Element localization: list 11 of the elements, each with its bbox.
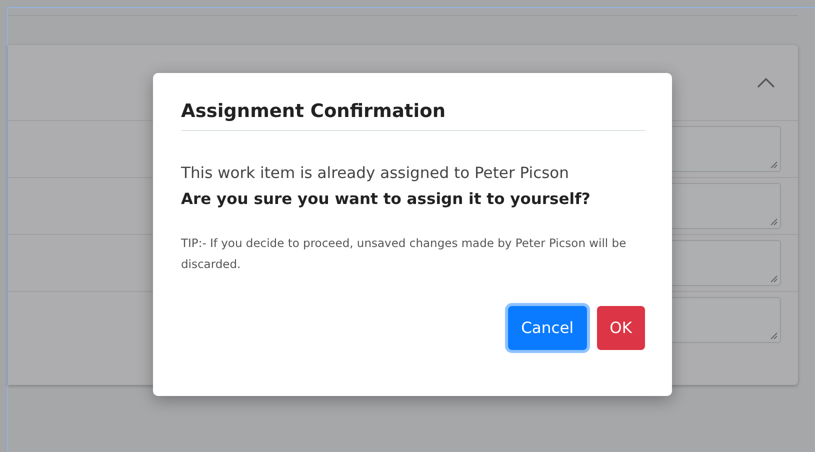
dialog-question: Are you sure you want to assign it to yourself? xyxy=(181,190,592,208)
tip-text: TIP:- If you decide to proceed, unsaved changes made by Peter Picson will be discarded. xyxy=(181,235,628,273)
resize-grip-icon xyxy=(770,218,778,226)
resize-grip-icon xyxy=(770,161,778,169)
resize-grip-icon xyxy=(770,332,778,340)
cancel-button[interactable]: Cancel xyxy=(508,306,587,350)
chevron-up-icon[interactable] xyxy=(756,76,776,88)
dialog-title: Assignment Confirmation xyxy=(181,101,645,131)
ok-button[interactable]: OK xyxy=(596,306,645,350)
resize-grip-icon xyxy=(770,275,778,283)
dialog-message: This work item is already assigned to Peter Picson xyxy=(181,164,570,182)
